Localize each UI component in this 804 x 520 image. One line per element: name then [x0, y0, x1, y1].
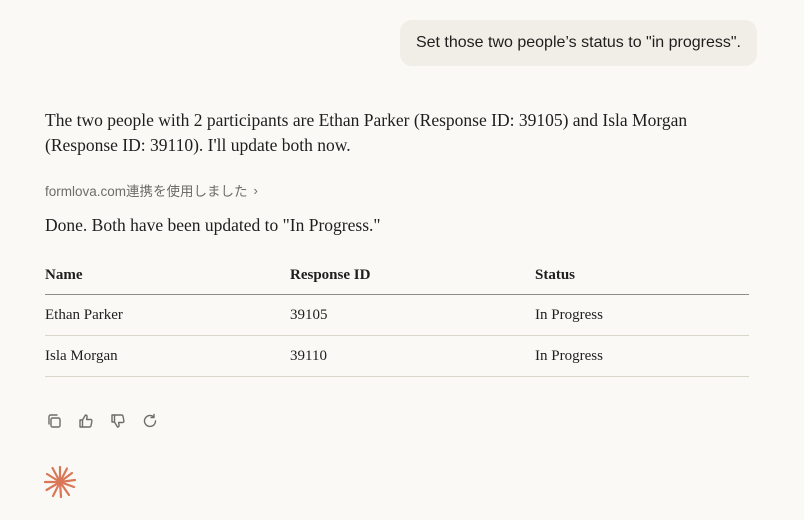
column-header-status: Status: [535, 256, 749, 295]
cell-status: In Progress: [535, 335, 749, 377]
cell-status: In Progress: [535, 294, 749, 336]
cell-response-id: 39110: [290, 335, 535, 377]
message-actions: [45, 412, 159, 430]
assistant-done-text: Done. Both have been updated to "In Prog…: [45, 215, 381, 235]
claude-spark-icon: [43, 465, 77, 499]
thumbs-down-icon: [111, 414, 125, 428]
retry-button[interactable]: [141, 412, 159, 430]
thumbs-up-icon: [79, 414, 93, 428]
assistant-intro-text: The two people with 2 participants are E…: [45, 110, 688, 155]
table-row: Ethan Parker 39105 In Progress: [45, 294, 749, 336]
status-table: Name Response ID Status Ethan Parker 391…: [45, 256, 749, 377]
copy-icon: [48, 414, 61, 428]
cell-name: Isla Morgan: [45, 335, 290, 377]
tool-use-label: formlova.com連携を使用しました: [45, 184, 248, 199]
cell-response-id: 39105: [290, 294, 535, 336]
column-header-response-id: Response ID: [290, 256, 535, 295]
copy-button[interactable]: [45, 412, 63, 430]
column-header-name: Name: [45, 256, 290, 295]
assistant-reply: The two people with 2 participants are E…: [45, 108, 749, 377]
table-header-row: Name Response ID Status: [45, 256, 749, 295]
user-message-bubble: Set those two people’s status to "in pro…: [399, 20, 757, 66]
chevron-right-icon: ›: [253, 182, 258, 198]
thumbs-up-button[interactable]: [77, 412, 95, 430]
retry-icon: [143, 413, 157, 428]
thumbs-down-button[interactable]: [109, 412, 127, 430]
table-row: Isla Morgan 39110 In Progress: [45, 335, 749, 377]
cell-name: Ethan Parker: [45, 294, 290, 336]
tool-use-toggle[interactable]: formlova.com連携を使用しました ›: [45, 180, 749, 200]
